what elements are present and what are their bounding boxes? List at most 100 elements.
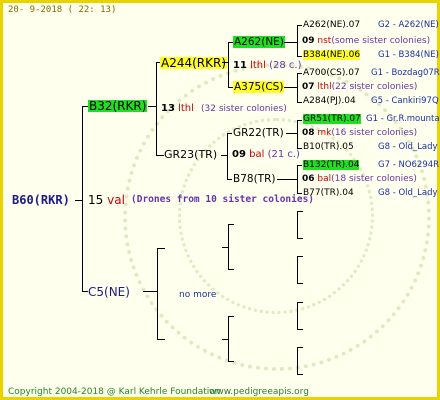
c5-lower-link	[157, 339, 165, 340]
empty-link-1c	[222, 247, 229, 248]
a375-down	[297, 102, 302, 103]
queen-gr23[interactable]: GR23(TR)	[164, 149, 217, 161]
g4-info-2: G1 - B384(NE)	[378, 50, 439, 60]
queen-a244[interactable]: A244(RKR)	[160, 57, 228, 69]
a244-suffix: lthl	[250, 60, 266, 71]
b78-note: (18 sister colonies)	[331, 174, 417, 184]
gr22-note: (16 sister colonies)	[331, 128, 418, 138]
empty-g4-2	[297, 256, 298, 284]
g4-name-6: B10(TR).05	[303, 142, 354, 152]
g4-name-5: GR51(TR).07	[303, 114, 361, 124]
a262-gen-number: 09	[302, 36, 315, 46]
gr22-gen-number: 08	[302, 128, 315, 138]
g4-name-4: A284(PJ).04	[303, 96, 356, 106]
queen-gr22[interactable]: GR22(TR)	[233, 127, 284, 139]
empty-link-1b	[228, 269, 234, 270]
gr23-suffix: bal	[249, 149, 265, 160]
empty-link-2c	[222, 339, 229, 340]
a244-gen: 11 lthl (28 c.)	[233, 60, 302, 72]
gr23-gen: 09 bal (21 c.)	[232, 149, 300, 161]
gr22-up	[297, 120, 302, 121]
footer-site-link[interactable]: www.pedigreeapis.org	[209, 386, 309, 398]
queen-a375[interactable]: A375(CS)	[233, 81, 285, 93]
root-gen: 15 val	[88, 194, 125, 206]
a375-up	[297, 73, 302, 74]
g4-info-8: G8 - Old_Lady	[378, 188, 438, 198]
g4-row-2[interactable]: B384(NE).06	[303, 49, 361, 61]
empty-link-2b	[228, 361, 234, 362]
b32-note: (32 sister colonies)	[201, 104, 287, 114]
empty-link-2a	[228, 316, 234, 317]
g4-name-3: A700(CS).07	[303, 68, 360, 78]
a244-gen-number: 11	[233, 60, 247, 71]
g4-info-5: G1 - Gr.R.mounta	[366, 114, 440, 124]
root-suffix: val	[107, 193, 125, 207]
empty-g4-2a	[297, 256, 303, 257]
a262-suffix: nst	[317, 36, 332, 46]
g4-name-8: B77(TR).04	[303, 188, 354, 198]
g4-row-4[interactable]: A284(PJ).04	[303, 95, 356, 107]
queen-b32[interactable]: B32(RKR)	[88, 100, 148, 112]
c5-bracket	[157, 248, 158, 340]
a262-note: (some sister colonies)	[331, 36, 431, 46]
b78-mating: 06 bal(18 sister colonies)	[302, 173, 417, 185]
root-note: (Drones from 10 sister colonies)	[131, 194, 315, 205]
queen-b78[interactable]: B78(TR)	[233, 173, 275, 185]
a262-up	[297, 25, 302, 26]
gr23-link	[221, 155, 228, 156]
a375-gen-number: 07	[302, 82, 315, 92]
gr23-note: (21 c.)	[267, 149, 300, 160]
a244-link	[222, 62, 229, 63]
root-link	[75, 200, 83, 201]
root-queen[interactable]: B60(RKR)	[12, 194, 70, 206]
b32-bracket	[156, 62, 157, 156]
b32-link	[148, 106, 157, 107]
g4-row-3[interactable]: A700(CS).07	[303, 67, 360, 79]
link-gr23	[156, 155, 164, 156]
link-gr22	[227, 133, 232, 134]
a262-mating: 09 nst(some sister colonies)	[302, 35, 430, 47]
g4-row-1[interactable]: A262(NE).07	[303, 19, 360, 31]
root-bracket	[82, 106, 83, 292]
b78-down	[297, 193, 302, 194]
g4-name-7: B132(TR).04	[303, 160, 360, 170]
root-gen-number: 15	[88, 193, 104, 207]
g4-info-4: G5 - Cankiri97Q	[371, 96, 439, 106]
g4-row-8[interactable]: B77(TR).04	[303, 187, 354, 199]
empty-g4-4	[297, 347, 298, 375]
gr22-suffix: mk	[317, 128, 332, 138]
a262-bracket	[297, 25, 298, 57]
gr23-bracket	[227, 133, 228, 180]
a375-suffix: lthl	[317, 82, 332, 92]
g4-row-7[interactable]: B132(TR).04	[303, 159, 360, 171]
g4-row-5[interactable]: GR51(TR).07	[303, 113, 361, 125]
c5-note: no more	[179, 290, 217, 300]
empty-g4-1a	[297, 211, 303, 212]
empty-g4-3	[297, 302, 298, 330]
a375-bracket	[297, 73, 298, 103]
g4-info-6: G8 - Old_Lady	[378, 142, 438, 152]
empty-g4-4a	[297, 347, 303, 348]
empty-g4-2b	[297, 283, 303, 284]
empty-link-1a	[228, 224, 234, 225]
empty-g4-3a	[297, 302, 303, 303]
b78-up	[297, 165, 302, 166]
b32-gen: 13 lthl	[161, 103, 194, 115]
b32-gen-number: 13	[161, 103, 175, 114]
g4-info-1: G2 - A262(NE)	[378, 20, 439, 30]
g4-row-6[interactable]: B10(TR).05	[303, 141, 354, 153]
gr23-gen-number: 09	[232, 149, 246, 160]
b32-suffix: lthl	[178, 103, 194, 114]
gr22-down	[297, 148, 302, 149]
queen-c5[interactable]: C5(NE)	[88, 286, 130, 298]
a375-mating: 07 lthl(22 sister colonies)	[302, 81, 417, 93]
header-date: 20- 9-2018 ( 22: 13)	[8, 5, 117, 15]
a262-link	[284, 42, 298, 43]
b78-link	[277, 179, 298, 180]
queen-a262[interactable]: A262(NE)	[233, 36, 285, 48]
a375-note: (22 sister colonies)	[331, 82, 418, 92]
gr22-bracket	[297, 120, 298, 149]
a244-bracket	[228, 42, 229, 88]
a244-note: (28 c.)	[269, 60, 302, 71]
c5-upper-link	[157, 248, 165, 249]
